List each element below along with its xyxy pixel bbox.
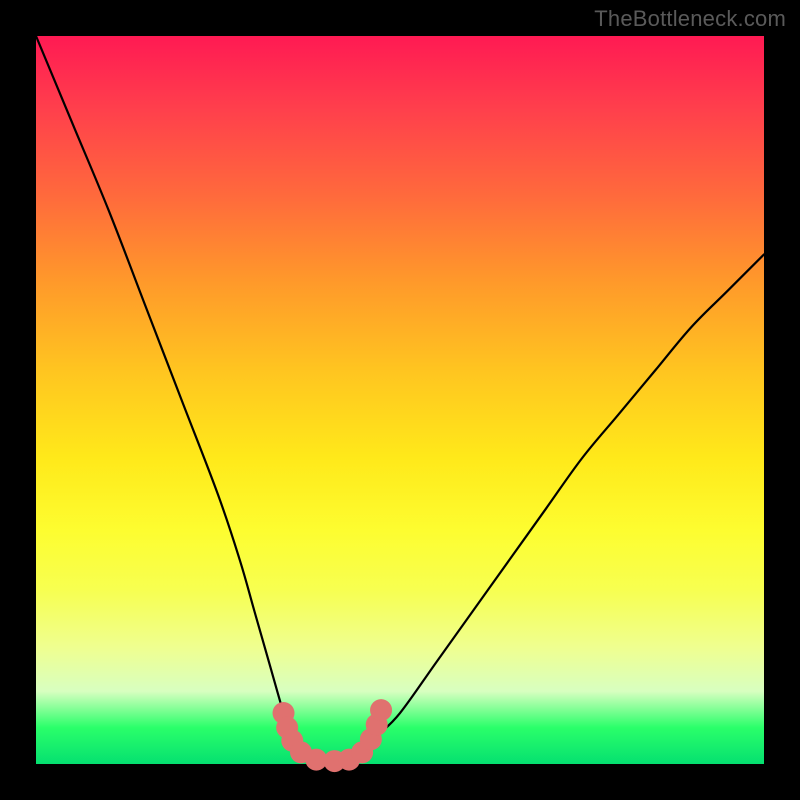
bottleneck-curve-path xyxy=(36,36,764,766)
watermark-text: TheBottleneck.com xyxy=(594,6,786,32)
plot-area xyxy=(36,36,764,764)
marker-group xyxy=(273,699,393,772)
chart-frame: TheBottleneck.com xyxy=(0,0,800,800)
bottleneck-curve-svg xyxy=(36,36,764,764)
curve-marker xyxy=(370,699,392,721)
